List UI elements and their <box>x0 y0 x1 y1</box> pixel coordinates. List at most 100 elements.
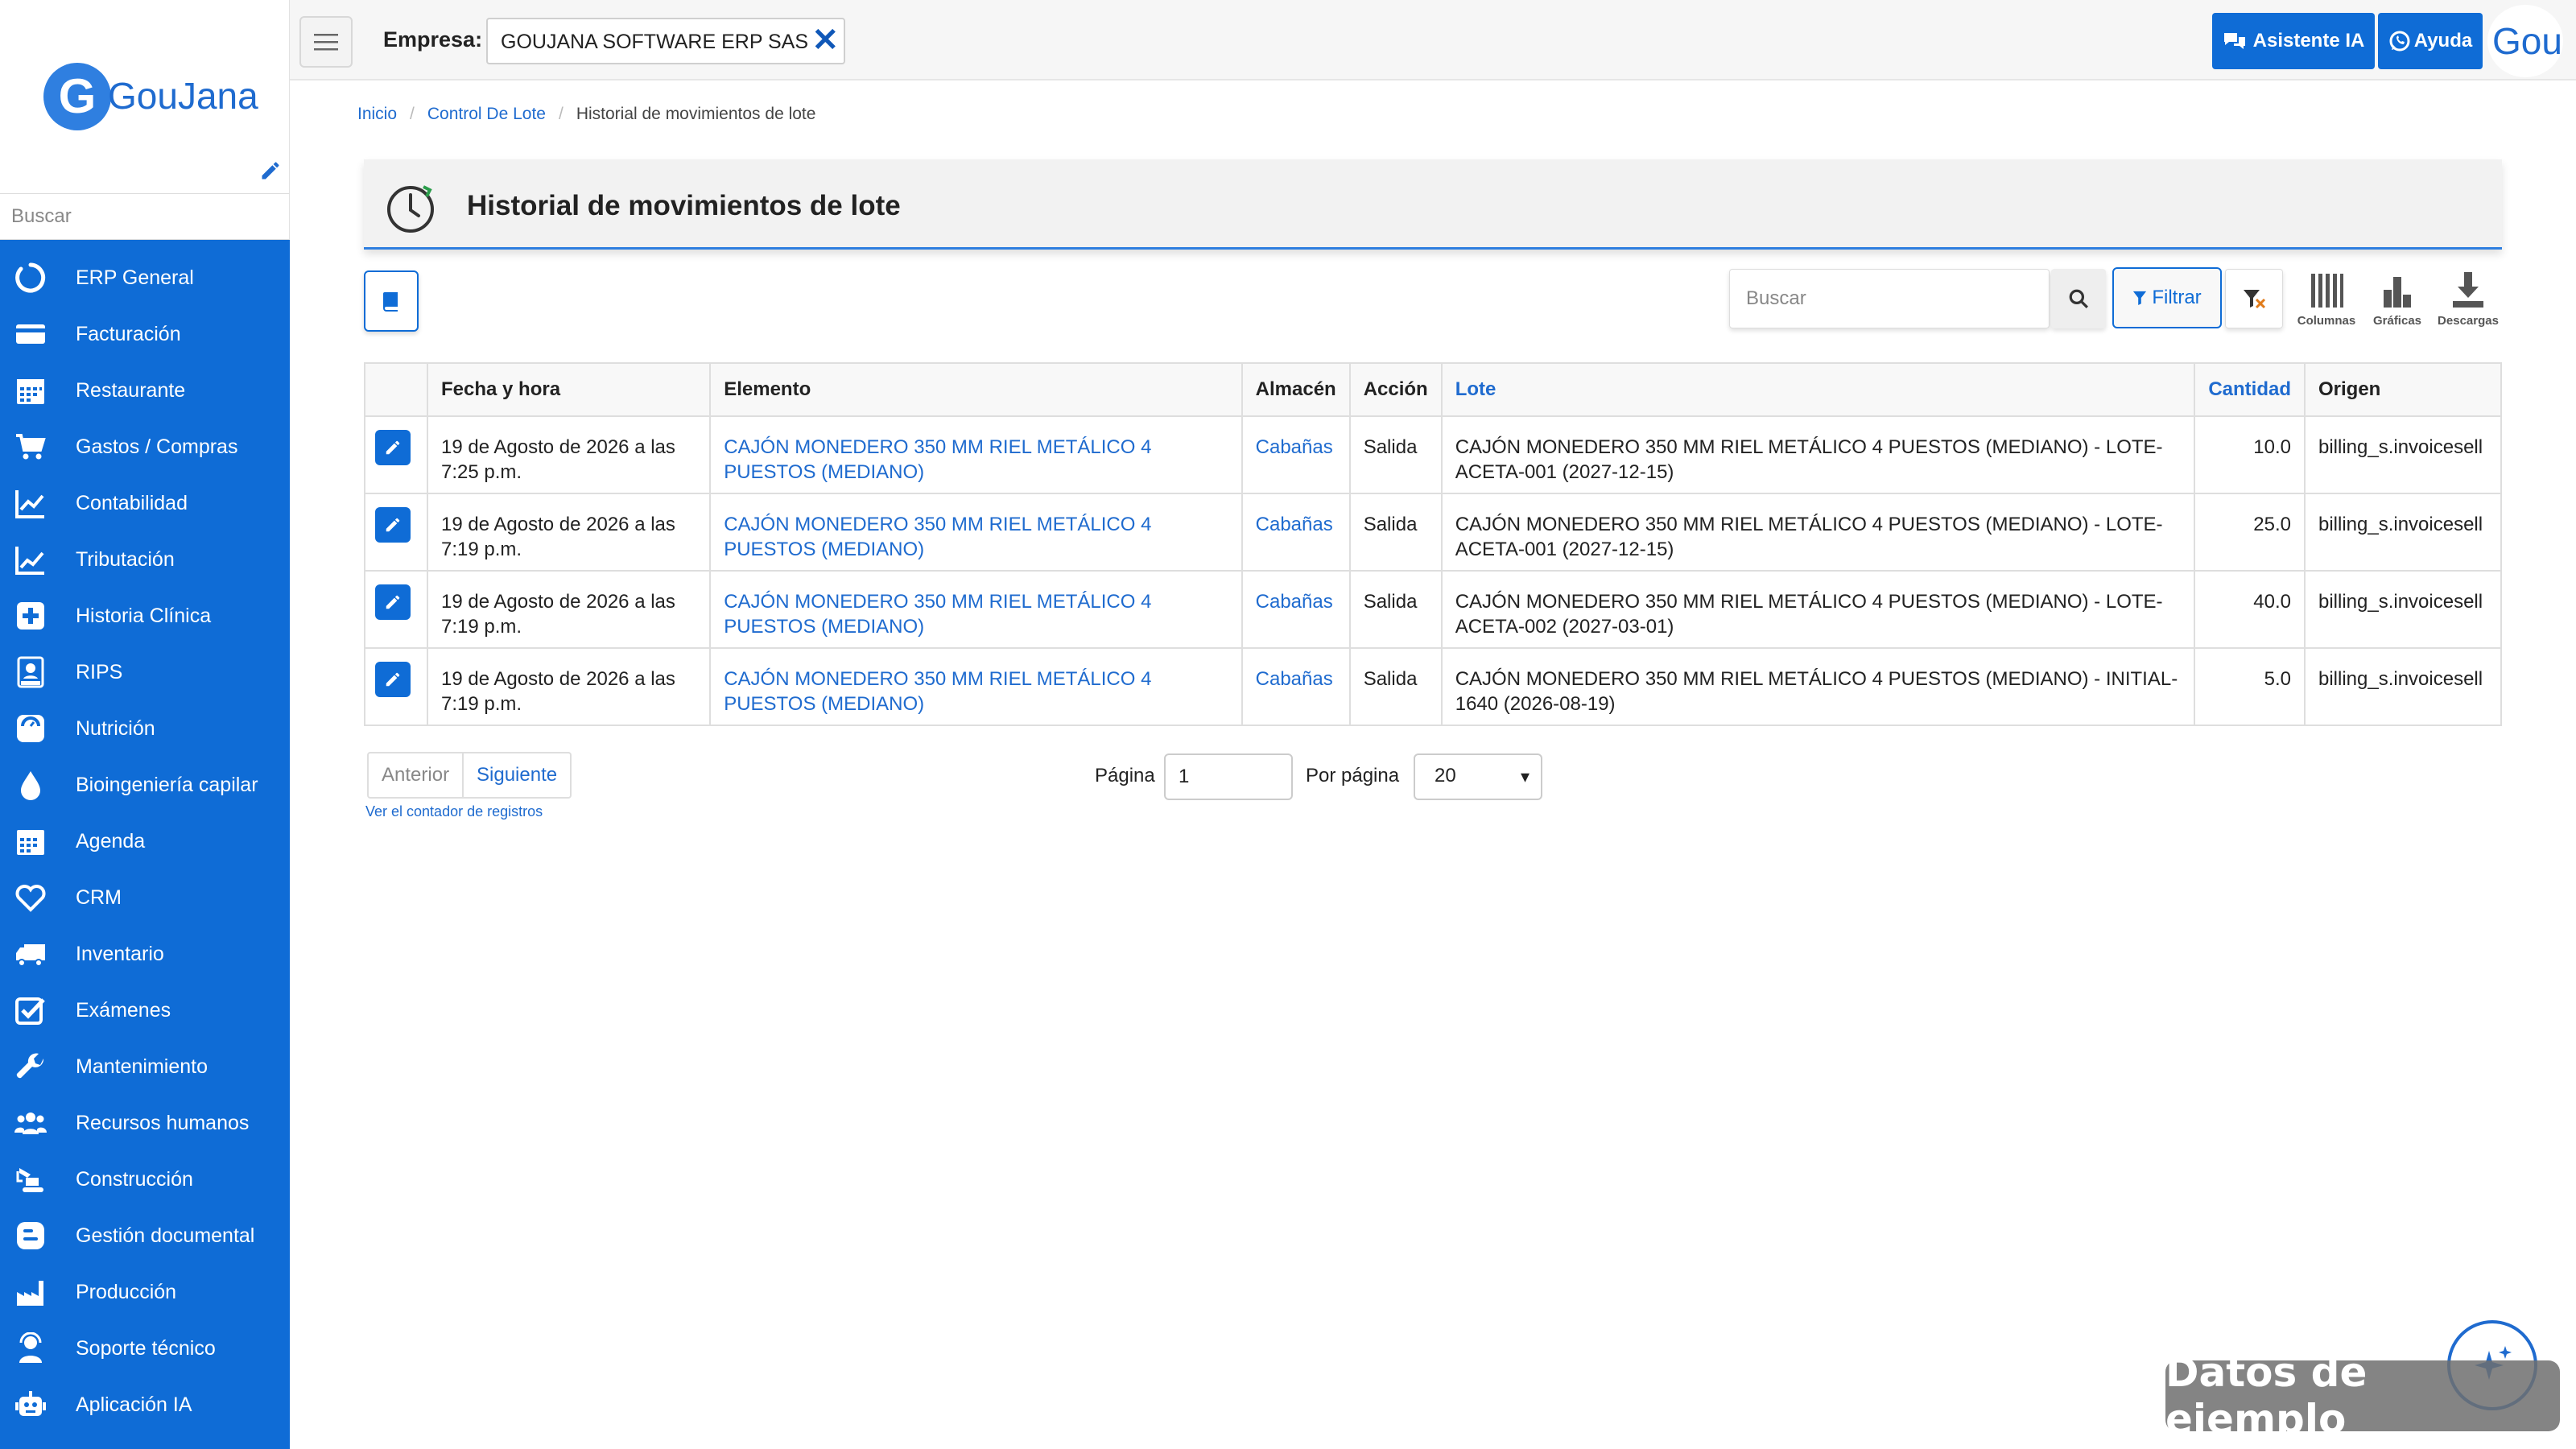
header-cantidad[interactable]: Cantidad <box>2194 362 2306 417</box>
clear-filter-button[interactable] <box>2225 269 2283 328</box>
edit-row-button[interactable] <box>375 584 411 620</box>
sidebar-item-restaurante[interactable]: Restaurante <box>0 362 290 419</box>
empresa-select[interactable]: GOUJANA SOFTWARE ERP SAS ✕ <box>486 18 845 64</box>
menu-toggle-button[interactable] <box>299 16 353 68</box>
cell-accion: Salida <box>1348 647 1443 726</box>
factory-icon <box>14 1276 47 1308</box>
sidebar-item-erp-general[interactable]: ERP General <box>0 250 290 306</box>
book-button[interactable] <box>364 270 419 332</box>
edit-row-button[interactable] <box>375 662 411 697</box>
per-page-value: 20 <box>1435 765 1456 786</box>
sidebar-item-construccion[interactable]: Construcción <box>0 1151 290 1208</box>
sidebar-item-soporte-tecnico[interactable]: Soporte técnico <box>0 1320 290 1377</box>
asistente-ia-button[interactable]: Asistente IA <box>2212 13 2375 69</box>
downloads-tool-button[interactable]: Descargas <box>2434 270 2502 335</box>
download-icon <box>2453 272 2483 308</box>
ayuda-button[interactable]: Ayuda <box>2378 13 2483 69</box>
sidebar-item-label: Gastos / Compras <box>76 435 238 458</box>
clear-empresa-icon[interactable]: ✕ <box>811 24 839 56</box>
header-elemento[interactable]: Elemento <box>709 362 1243 417</box>
edit-row-button[interactable] <box>375 430 411 465</box>
bar-chart-icon <box>2384 277 2411 308</box>
sidebar-item-bioingenieria-capilar[interactable]: Bioingeniería capilar <box>0 757 290 813</box>
header-lote[interactable]: Lote <box>1440 362 2196 417</box>
hamburger-icon <box>314 34 338 51</box>
goujana-logo[interactable]: G GouJana <box>39 58 258 135</box>
record-counter-link[interactable]: Ver el contador de registros <box>365 803 543 820</box>
sidebar-item-historia-clinica[interactable]: Historia Clínica <box>0 588 290 644</box>
charts-tool-button[interactable]: Gráficas <box>2363 270 2431 335</box>
edit-row-button[interactable] <box>375 507 411 543</box>
pencil-icon <box>386 440 400 455</box>
filter-label: Filtrar <box>2152 287 2202 308</box>
sidebar-search-input[interactable]: Buscar <box>0 193 290 240</box>
funnel-icon <box>2133 291 2147 305</box>
cell-cantidad: 40.0 <box>2194 570 2306 649</box>
sidebar-item-label: Inventario <box>76 942 164 965</box>
table-row: 19 de Agosto de 2026 a las 7:19 p.m. CAJ… <box>364 493 2503 572</box>
cell-almacen-link[interactable]: Cabañas <box>1241 493 1351 572</box>
search-button[interactable] <box>2051 269 2106 328</box>
sidebar-brand-area: G GouJana <box>0 0 290 193</box>
prev-page-button[interactable]: Anterior <box>369 753 464 797</box>
cell-fecha: 19 de Agosto de 2026 a las 7:19 p.m. <box>426 570 712 649</box>
sidebar-item-crm[interactable]: CRM <box>0 869 290 926</box>
checkbox-icon <box>14 994 47 1026</box>
row-actions-cell <box>364 570 428 649</box>
cell-almacen-link[interactable]: Cabañas <box>1241 415 1351 494</box>
header-almacen[interactable]: Almacén <box>1241 362 1351 417</box>
pager: Anterior Siguiente <box>367 752 572 799</box>
filter-button[interactable]: Filtrar <box>2112 267 2222 328</box>
breadcrumb-separator: / <box>558 105 564 123</box>
cell-elemento-link[interactable]: CAJÓN MONEDERO 350 MM RIEL METÁLICO 4 PU… <box>709 415 1243 494</box>
logo-mark: G <box>43 63 111 130</box>
pencil-icon[interactable] <box>259 159 283 184</box>
next-page-button[interactable]: Siguiente <box>464 753 570 797</box>
sidebar-item-label: Agenda <box>76 829 146 852</box>
cell-almacen-link[interactable]: Cabañas <box>1241 647 1351 726</box>
pencil-icon <box>386 595 400 609</box>
table-row: 19 de Agosto de 2026 a las 7:25 p.m. CAJ… <box>364 415 2503 494</box>
empresa-label: Empresa: <box>383 27 483 52</box>
sidebar-item-contabilidad[interactable]: Contabilidad <box>0 475 290 531</box>
sidebar-item-produccion[interactable]: Producción <box>0 1264 290 1320</box>
rips-document-icon <box>14 656 47 688</box>
sidebar-item-recursos-humanos[interactable]: Recursos humanos <box>0 1095 290 1151</box>
header-origen[interactable]: Origen <box>2303 362 2503 417</box>
sidebar-item-examenes[interactable]: Exámenes <box>0 982 290 1038</box>
sidebar-item-label: CRM <box>76 886 122 909</box>
sidebar-item-rips[interactable]: RIPS <box>0 644 290 700</box>
cell-accion: Salida <box>1348 415 1443 494</box>
sidebar-item-facturacion[interactable]: Facturación <box>0 306 290 362</box>
per-page-select[interactable]: 20 ▾ <box>1414 753 1542 800</box>
sidebar-item-label: Mantenimiento <box>76 1055 208 1078</box>
breadcrumb-section-link[interactable]: Control De Lote <box>427 105 546 124</box>
cell-elemento-link[interactable]: CAJÓN MONEDERO 350 MM RIEL METÁLICO 4 PU… <box>709 570 1243 649</box>
avatar[interactable]: Gou <box>2487 5 2563 77</box>
columns-label: Columnas <box>2297 314 2356 328</box>
ayuda-label: Ayuda <box>2413 30 2473 52</box>
cell-lote: CAJÓN MONEDERO 350 MM RIEL METÁLICO 4 PU… <box>1440 647 2196 726</box>
page-number-input[interactable] <box>1164 753 1293 800</box>
header-fecha[interactable]: Fecha y hora <box>426 362 712 417</box>
scale-icon <box>14 712 47 745</box>
sidebar-item-nutricion[interactable]: Nutrición <box>0 700 290 757</box>
columns-tool-button[interactable]: Columnas <box>2293 270 2360 335</box>
cell-elemento-link[interactable]: CAJÓN MONEDERO 350 MM RIEL METÁLICO 4 PU… <box>709 647 1243 726</box>
cell-fecha: 19 de Agosto de 2026 a las 7:19 p.m. <box>426 493 712 572</box>
sidebar-item-gestion-documental[interactable]: Gestión documental <box>0 1208 290 1264</box>
header-accion[interactable]: Acción <box>1348 362 1443 417</box>
breadcrumb-home-link[interactable]: Inicio <box>357 105 397 124</box>
medical-plus-icon <box>14 600 47 632</box>
sidebar-item-mantenimiento[interactable]: Mantenimiento <box>0 1038 290 1095</box>
truck-icon <box>14 938 47 970</box>
sidebar-item-gastos-compras[interactable]: Gastos / Compras <box>0 419 290 475</box>
sidebar-item-inventario[interactable]: Inventario <box>0 926 290 982</box>
sidebar-item-aplicacion-ia[interactable]: Aplicación IA <box>0 1377 290 1433</box>
table-row: 19 de Agosto de 2026 a las 7:19 p.m. CAJ… <box>364 570 2503 649</box>
cell-almacen-link[interactable]: Cabañas <box>1241 570 1351 649</box>
sidebar-item-tributacion[interactable]: Tributación <box>0 531 290 588</box>
sidebar-item-agenda[interactable]: Agenda <box>0 813 290 869</box>
table-search-input[interactable] <box>1729 269 2050 328</box>
cell-elemento-link[interactable]: CAJÓN MONEDERO 350 MM RIEL METÁLICO 4 PU… <box>709 493 1243 572</box>
